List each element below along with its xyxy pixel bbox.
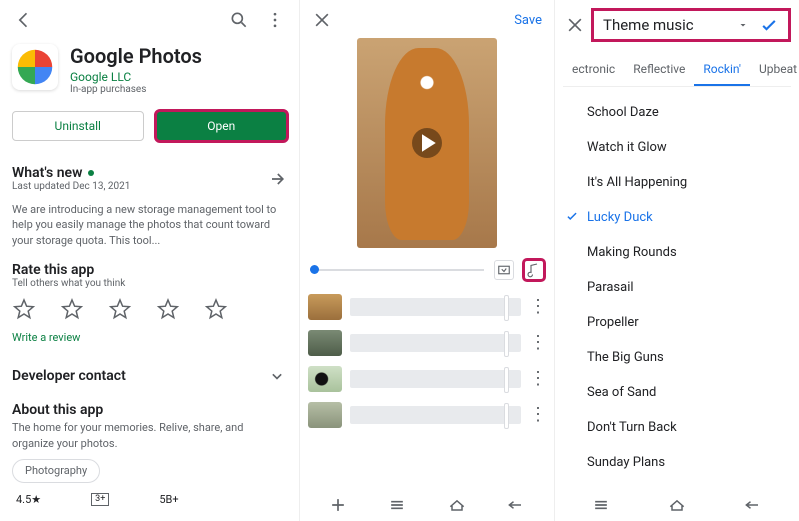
- dev-contact-row[interactable]: Developer contact: [12, 358, 287, 394]
- chevron-down-icon: [267, 366, 287, 386]
- nav-back-icon[interactable]: [506, 495, 526, 515]
- song-label: Propeller: [587, 315, 639, 330]
- star-rating[interactable]: [12, 297, 287, 321]
- song-label: Sea of Sand: [587, 385, 656, 400]
- star-5-icon[interactable]: [204, 297, 228, 321]
- write-review-link[interactable]: Write a review: [12, 331, 287, 344]
- song-item[interactable]: Watch it Glow: [563, 130, 791, 165]
- whats-new-title: What's new: [12, 165, 82, 181]
- close-icon[interactable]: [312, 10, 332, 30]
- back-icon[interactable]: [14, 10, 34, 30]
- more-icon[interactable]: [265, 10, 285, 30]
- clip-bar[interactable]: [350, 298, 521, 316]
- check-icon: [565, 209, 579, 227]
- open-button[interactable]: Open: [156, 111, 288, 141]
- clip-row[interactable]: ⋮: [308, 294, 546, 320]
- song-item[interactable]: It's All Happening: [563, 165, 791, 200]
- clip-thumb: [308, 366, 342, 392]
- clip-row[interactable]: ⋮: [308, 330, 546, 356]
- nav-menu-icon[interactable]: [591, 495, 611, 515]
- genre-tab[interactable]: Reflective: [624, 54, 694, 86]
- clip-more-icon[interactable]: ⋮: [529, 304, 546, 309]
- last-updated: Last updated Dec 13, 2021: [12, 181, 130, 192]
- song-item[interactable]: The Big Guns: [563, 340, 791, 375]
- song-item[interactable]: School Daze: [563, 95, 791, 130]
- confirm-check-icon[interactable]: [759, 15, 779, 35]
- close-icon[interactable]: [565, 15, 585, 35]
- clip-thumb: [308, 294, 342, 320]
- caret-down-icon: [737, 19, 749, 31]
- song-label: It's All Happening: [587, 175, 687, 190]
- about-body: The home for your memories. Relive, shar…: [12, 420, 287, 451]
- song-label: Making Rounds: [587, 245, 677, 260]
- search-icon[interactable]: [229, 10, 249, 30]
- rate-title: Rate this app: [12, 262, 287, 278]
- video-preview[interactable]: [357, 38, 497, 248]
- clip-bar[interactable]: [350, 406, 521, 424]
- song-item[interactable]: Parasail: [563, 270, 791, 305]
- dropdown-label: Theme music: [603, 16, 694, 34]
- arrow-right-icon: [267, 169, 287, 189]
- about-title: About this app: [12, 402, 287, 418]
- song-item[interactable]: Making Rounds: [563, 235, 791, 270]
- song-label: Lucky Duck: [587, 210, 653, 225]
- nav-menu-icon[interactable]: [387, 495, 407, 515]
- app-title: Google Photos: [70, 44, 202, 68]
- play-icon[interactable]: [412, 128, 442, 158]
- nav-back-icon[interactable]: [743, 495, 763, 515]
- song-item[interactable]: Sunday Plans: [563, 445, 791, 480]
- nav-home-icon[interactable]: [667, 495, 687, 515]
- aspect-ratio-button[interactable]: [494, 260, 514, 280]
- uninstall-button[interactable]: Uninstall: [12, 111, 144, 141]
- star-1-icon[interactable]: [12, 297, 36, 321]
- rate-sub: Tell others what you think: [12, 278, 287, 289]
- song-label: The Big Guns: [587, 350, 664, 365]
- theme-music-dropdown[interactable]: Theme music: [593, 10, 789, 40]
- clip-row[interactable]: ⋮: [308, 402, 546, 428]
- add-icon[interactable]: [328, 495, 348, 515]
- song-item[interactable]: Sea of Sand: [563, 375, 791, 410]
- star-2-icon[interactable]: [60, 297, 84, 321]
- stat-age: 3+: [91, 493, 109, 506]
- song-label: Don't Turn Back: [587, 420, 677, 435]
- genre-tab[interactable]: Upbeat: [750, 54, 799, 86]
- app-logo: [12, 44, 58, 90]
- iap-label: In-app purchases: [70, 84, 202, 95]
- song-label: Parasail: [587, 280, 634, 295]
- star-3-icon[interactable]: [108, 297, 132, 321]
- clip-bar[interactable]: [350, 334, 521, 352]
- save-button[interactable]: Save: [514, 13, 542, 28]
- song-label: Watch it Glow: [587, 140, 667, 155]
- stat-downloads: 5B+: [159, 493, 178, 506]
- whats-new-row[interactable]: What's new Last updated Dec 13, 2021: [12, 157, 287, 200]
- timeline-slider[interactable]: [310, 269, 484, 271]
- category-chip[interactable]: Photography: [12, 459, 100, 483]
- music-button[interactable]: [524, 260, 544, 280]
- clip-thumb: [308, 402, 342, 428]
- genre-tab[interactable]: ectronic: [563, 54, 624, 86]
- dev-contact-title: Developer contact: [12, 368, 126, 384]
- clip-bar[interactable]: [350, 370, 521, 388]
- song-item[interactable]: Don't Turn Back: [563, 410, 791, 445]
- clip-more-icon[interactable]: ⋮: [529, 412, 546, 417]
- star-4-icon[interactable]: [156, 297, 180, 321]
- nav-home-icon[interactable]: [447, 495, 467, 515]
- song-label: Sunday Plans: [587, 455, 665, 470]
- publisher-link[interactable]: Google LLC: [70, 70, 202, 84]
- clip-thumb: [308, 330, 342, 356]
- stat-rating: 4.5★: [16, 493, 41, 506]
- song-item[interactable]: Propeller: [563, 305, 791, 340]
- clip-more-icon[interactable]: ⋮: [529, 340, 546, 345]
- whats-new-body: We are introducing a new storage managem…: [12, 202, 287, 248]
- clip-more-icon[interactable]: ⋮: [529, 376, 546, 381]
- song-item[interactable]: Lucky Duck: [563, 200, 791, 235]
- genre-tab[interactable]: Rockin': [694, 54, 750, 86]
- dot-icon: [88, 170, 94, 176]
- clip-row[interactable]: ⋮: [308, 366, 546, 392]
- song-label: School Daze: [587, 105, 659, 120]
